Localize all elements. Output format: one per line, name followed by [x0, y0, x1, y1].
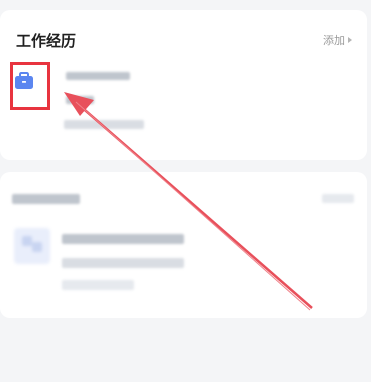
work-experience-title: 工作经历: [16, 32, 77, 50]
add-work-experience-link[interactable]: 添加: [323, 32, 352, 48]
job-title-redacted: [66, 96, 94, 104]
chevron-right-icon: [348, 37, 352, 43]
education-add-link-redacted[interactable]: [322, 194, 354, 203]
school-name-redacted: [62, 234, 184, 244]
company-name-redacted: [66, 72, 130, 80]
education-card: [0, 172, 367, 318]
school-logo-redacted: [14, 228, 50, 264]
education-title-redacted: [12, 194, 80, 204]
briefcase-icon: [15, 72, 33, 89]
work-experience-card: 工作经历 添加: [0, 10, 367, 160]
study-period-redacted: [62, 280, 134, 290]
add-link-label: 添加: [323, 34, 345, 47]
work-period-redacted: [64, 120, 144, 129]
major-redacted: [62, 258, 184, 268]
